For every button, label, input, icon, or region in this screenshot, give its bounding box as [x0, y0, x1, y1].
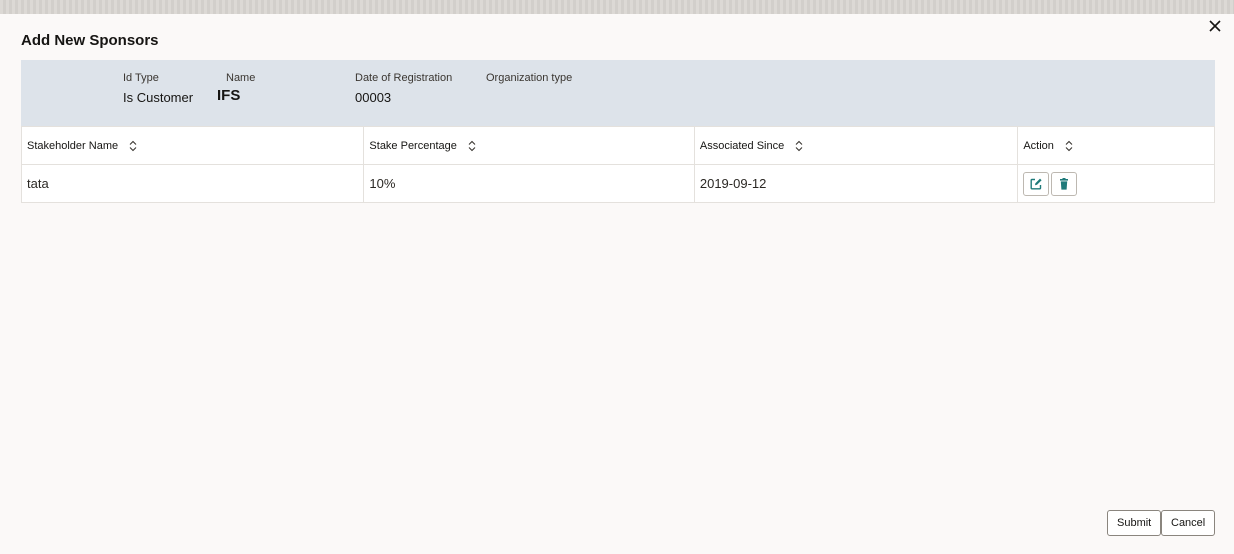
sponsor-summary: Id Type Is Customer Name IFS Date of Reg… — [21, 60, 1215, 126]
organization-type-label: Organization type — [486, 72, 573, 84]
trash-icon — [1060, 177, 1069, 190]
sort-icon[interactable] — [128, 140, 138, 152]
id-type-label: Id Type — [123, 72, 159, 84]
close-icon — [1209, 19, 1221, 32]
stake-percentage-cell: 10% — [364, 165, 695, 202]
registration-date-field: Date of Registration 00003 — [355, 71, 452, 106]
column-header-stakeholder-name[interactable]: Stakeholder Name — [22, 127, 365, 164]
edit-icon — [1030, 178, 1042, 189]
associated-since-cell: 2019-09-12 — [695, 165, 1019, 202]
background-strip — [0, 0, 1234, 14]
delete-button[interactable] — [1051, 171, 1078, 196]
column-header-label: Associated Since — [699, 139, 785, 152]
registration-date-label: Date of Registration — [355, 72, 453, 84]
add-sponsors-dialog: Add New Sponsors Id Type Is Customer Nam… — [0, 14, 1234, 554]
id-type-field: Id Type Is Customer — [123, 71, 193, 106]
stakeholder-name-cell: tata — [22, 165, 365, 202]
registration-date-value: 00003 — [355, 90, 392, 105]
organization-type-field: Organization type — [486, 71, 572, 85]
id-type-value: Is Customer — [123, 90, 194, 105]
column-header-associated-since[interactable]: Associated Since — [695, 127, 1019, 164]
stakeholder-table: Stakeholder Name Stake Percentage Associ… — [21, 126, 1215, 203]
sort-icon[interactable] — [467, 140, 477, 152]
column-header-action[interactable]: Action — [1018, 127, 1214, 164]
sort-icon[interactable] — [1064, 140, 1074, 152]
table-row: tata 10% 2019-09-12 — [22, 164, 1214, 202]
cancel-button[interactable]: Cancel — [1161, 510, 1216, 536]
action-cell — [1018, 165, 1214, 202]
table-header-row: Stakeholder Name Stake Percentage Associ… — [22, 126, 1214, 164]
column-header-label: Action — [1023, 139, 1054, 152]
column-header-label: Stake Percentage — [369, 139, 457, 152]
submit-button[interactable]: Submit — [1107, 510, 1162, 536]
edit-button[interactable] — [1023, 171, 1050, 196]
column-header-label: Stakeholder Name — [27, 139, 119, 152]
name-value: IFS — [217, 87, 241, 104]
sort-icon[interactable] — [794, 140, 804, 152]
name-label: Name — [226, 72, 256, 84]
close-button[interactable] — [1206, 18, 1224, 36]
column-header-stake-percentage[interactable]: Stake Percentage — [364, 127, 695, 164]
name-field: Name IFS — [217, 71, 255, 104]
dialog-title: Add New Sponsors — [21, 32, 159, 49]
